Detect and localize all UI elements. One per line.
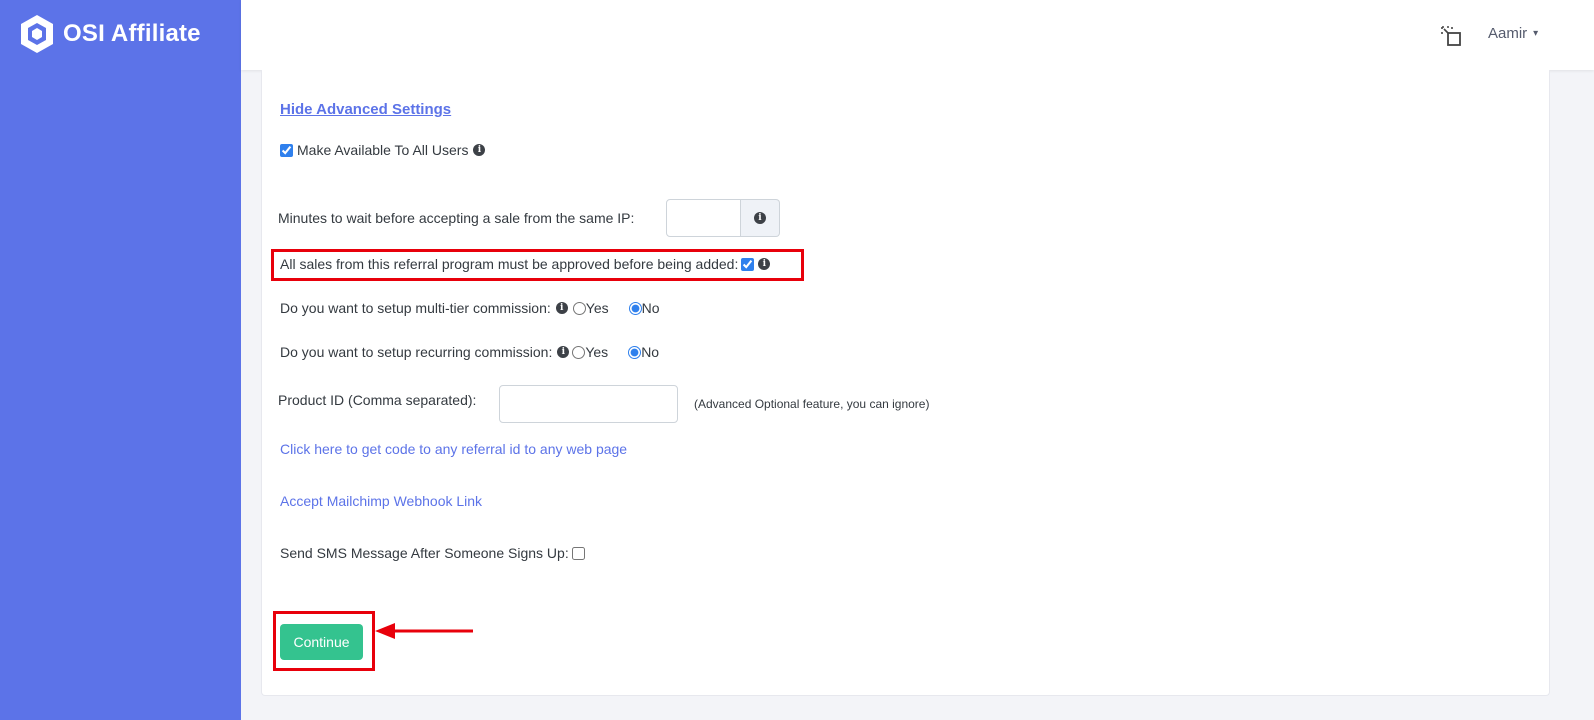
product-id-label: Product ID (Comma separated):: [278, 392, 477, 408]
make-available-label: Make Available To All Users: [297, 142, 469, 158]
chevron-down-icon: ▾: [1533, 28, 1539, 39]
hexagon-logo-icon: [21, 15, 53, 53]
recurring-label: Do you want to setup recurring commissio…: [280, 344, 553, 360]
make-available-checkbox[interactable]: [280, 143, 293, 157]
wait-minutes-group: i: [666, 199, 780, 237]
brand-name: OSI Affiliate: [63, 20, 201, 47]
sms-label: Send SMS Message After Someone Signs Up:: [280, 545, 569, 561]
multi-tier-no-radio[interactable]: [628, 301, 642, 315]
wait-minutes-input[interactable]: [666, 199, 741, 237]
brand-logo[interactable]: OSI Affiliate: [19, 14, 201, 54]
settings-card: [261, 70, 1550, 696]
highlight-box-continue: [273, 611, 375, 671]
info-icon: i: [754, 212, 766, 224]
wait-minutes-label-row: Minutes to wait before accepting a sale …: [278, 210, 634, 226]
multi-tier-yes-label: Yes: [585, 300, 609, 316]
wait-minutes-info-addon[interactable]: i: [741, 199, 780, 237]
info-icon[interactable]: i: [557, 346, 570, 358]
sms-row: Send SMS Message After Someone Signs Up:: [280, 545, 585, 561]
fullscreen-icon[interactable]: [1440, 25, 1462, 47]
recurring-yes-radio[interactable]: [572, 345, 586, 359]
product-id-hint: (Advanced Optional feature, you can igno…: [694, 397, 930, 411]
product-id-label-row: Product ID (Comma separated):: [278, 392, 476, 408]
user-name: Aamir: [1488, 25, 1528, 42]
recurring-no-radio[interactable]: [628, 345, 642, 359]
user-menu[interactable]: Aamir ▾: [1488, 25, 1538, 42]
referral-code-link[interactable]: Click here to get code to any referral i…: [280, 441, 627, 457]
sidebar: OSI Affiliate: [0, 0, 241, 720]
wait-minutes-label: Minutes to wait before accepting a sale …: [278, 210, 635, 226]
make-available-row: Make Available To All Users i: [280, 142, 486, 158]
multi-tier-label: Do you want to setup multi-tier commissi…: [280, 300, 551, 316]
multi-tier-no-label: No: [641, 300, 660, 316]
info-icon[interactable]: i: [473, 144, 486, 156]
product-id-input[interactable]: [499, 385, 678, 423]
mailchimp-webhook-link[interactable]: Accept Mailchimp Webhook Link: [280, 493, 482, 509]
recurring-row: Do you want to setup recurring commissio…: [280, 344, 659, 360]
hide-advanced-settings-link[interactable]: Hide Advanced Settings: [280, 101, 451, 118]
sms-checkbox[interactable]: [571, 546, 585, 560]
annotation-arrow-icon: [375, 623, 473, 639]
info-icon[interactable]: i: [555, 302, 568, 314]
top-header: Aamir ▾: [241, 0, 1594, 70]
highlight-box-approve: [271, 249, 804, 281]
multi-tier-yes-radio[interactable]: [572, 301, 586, 315]
recurring-yes-label: Yes: [585, 344, 609, 360]
recurring-no-label: No: [641, 344, 660, 360]
multi-tier-row: Do you want to setup multi-tier commissi…: [280, 300, 660, 316]
